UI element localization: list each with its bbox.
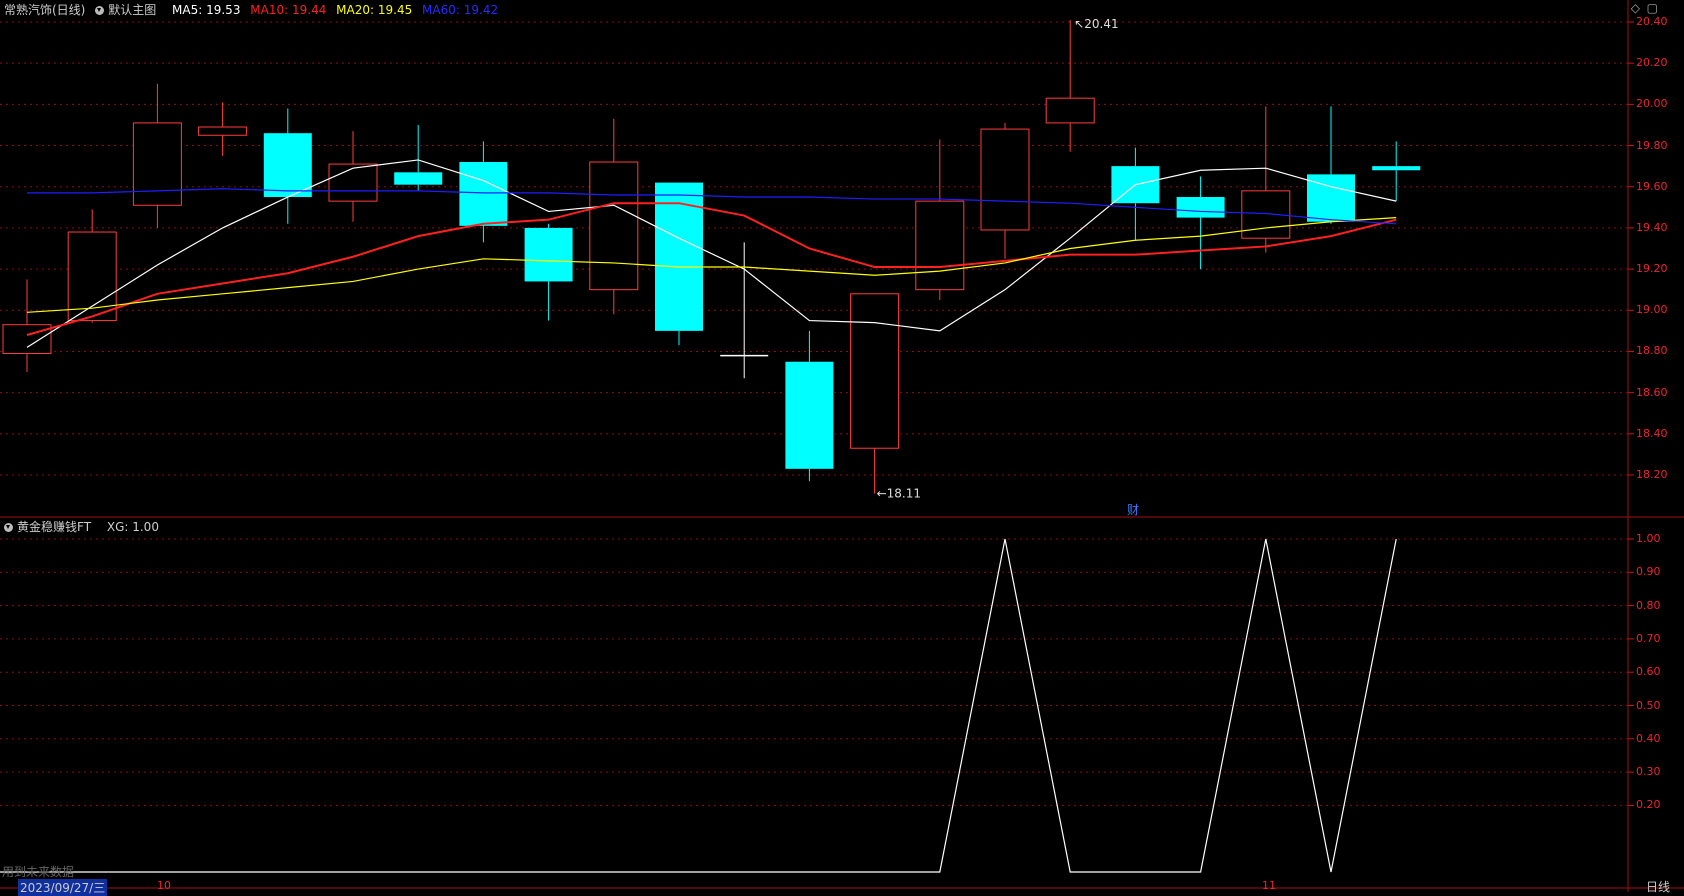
ma60-label: MA60: 19.42 (422, 3, 499, 17)
candle-body (67, 231, 117, 322)
indicator-tick-label: 1.00 (1636, 532, 1661, 545)
period-label[interactable]: 日线 (1646, 878, 1670, 895)
future-data-note: 用到未来数据 (2, 865, 75, 879)
ma10-label: MA10: 19.44 (250, 3, 327, 17)
candle-body (1176, 197, 1225, 218)
candle-body (263, 133, 312, 198)
candle-body (132, 122, 182, 206)
ma20-label: MA20: 19.45 (336, 3, 413, 17)
ma20-line (26, 217, 1397, 313)
kline-chart-canvas[interactable]: ↖20.41 ←18.11 (0, 0, 1684, 892)
stock-name[interactable]: 常熟汽饰(日线) (4, 3, 85, 17)
price-tick-label: 19.40 (1636, 220, 1668, 234)
indicator-tick-label: 0.50 (1636, 698, 1661, 712)
ma5-line (26, 159, 1397, 348)
indicator-tick-label: 0.20 (1636, 798, 1661, 812)
candle-body (524, 227, 573, 282)
price-tick-label: 19.00 (1636, 303, 1668, 317)
price-tick-label: 18.40 (1636, 426, 1668, 440)
chevron-down-icon (95, 6, 105, 15)
xg-indicator-line (0, 538, 1397, 873)
candle-body (850, 293, 900, 449)
month-tick-11: 11 (1262, 879, 1276, 892)
candle-body (2, 324, 52, 355)
low-price-annotation: ←18.11 (877, 487, 921, 501)
diamond-icon[interactable]: ◇ (1631, 1, 1640, 15)
high-price-annotation: ↖20.41 (1074, 17, 1118, 31)
candle-body (1372, 166, 1421, 171)
candle-body (589, 161, 639, 291)
candle-body (915, 200, 965, 291)
indicator-tick-label: 0.40 (1636, 731, 1661, 745)
candle-body (785, 361, 834, 469)
indicator-tick-label: 0.30 (1636, 765, 1661, 779)
candle-body (198, 126, 248, 136)
candle-body (459, 162, 508, 226)
financial-report-marker[interactable]: 财 (1127, 501, 1139, 518)
indicator-tick-label: 0.70 (1636, 631, 1661, 645)
price-tick-label: 19.80 (1636, 138, 1668, 152)
indicator-selector[interactable]: 黄金稳赚钱FT (4, 520, 97, 534)
price-tick-label: 19.20 (1636, 262, 1668, 276)
indicator-header: 黄金稳赚钱FT XG: 1.00 (4, 518, 165, 535)
indicator-tick-label: 0.90 (1636, 565, 1661, 579)
indicator-tick-label: 0.80 (1636, 598, 1661, 612)
price-tick-label: 20.00 (1636, 97, 1668, 111)
price-tick-label: 19.60 (1636, 179, 1668, 193)
price-tick-label: 20.20 (1636, 56, 1668, 70)
window-toggle-icon[interactable]: ▢ (1647, 1, 1658, 15)
candle-body (1045, 97, 1095, 124)
candle-body (394, 172, 443, 185)
price-tick-label: 18.20 (1636, 468, 1668, 481)
main-chart-header: 常熟汽饰(日线) 默认主图 MA5: 19.53 MA10: 19.44 MA2… (4, 1, 504, 18)
xg-value-label: XG: 1.00 (106, 520, 159, 534)
price-tick-label: 18.80 (1636, 344, 1668, 358)
chevron-down-icon (4, 523, 13, 532)
indicator-tick-label: 0.60 (1636, 665, 1661, 679)
main-chart-selector[interactable]: 默认主图 (95, 3, 162, 17)
ma5-label: MA5: 19.53 (172, 3, 241, 17)
cursor-date: 2023/09/27/三 (18, 879, 108, 896)
price-tick-label: 20.40 (1636, 15, 1668, 28)
month-tick-10: 10 (157, 879, 171, 892)
price-tick-label: 18.60 (1636, 385, 1668, 399)
candle-body (980, 128, 1030, 231)
candle-body (328, 163, 378, 202)
candle-body (655, 182, 703, 331)
